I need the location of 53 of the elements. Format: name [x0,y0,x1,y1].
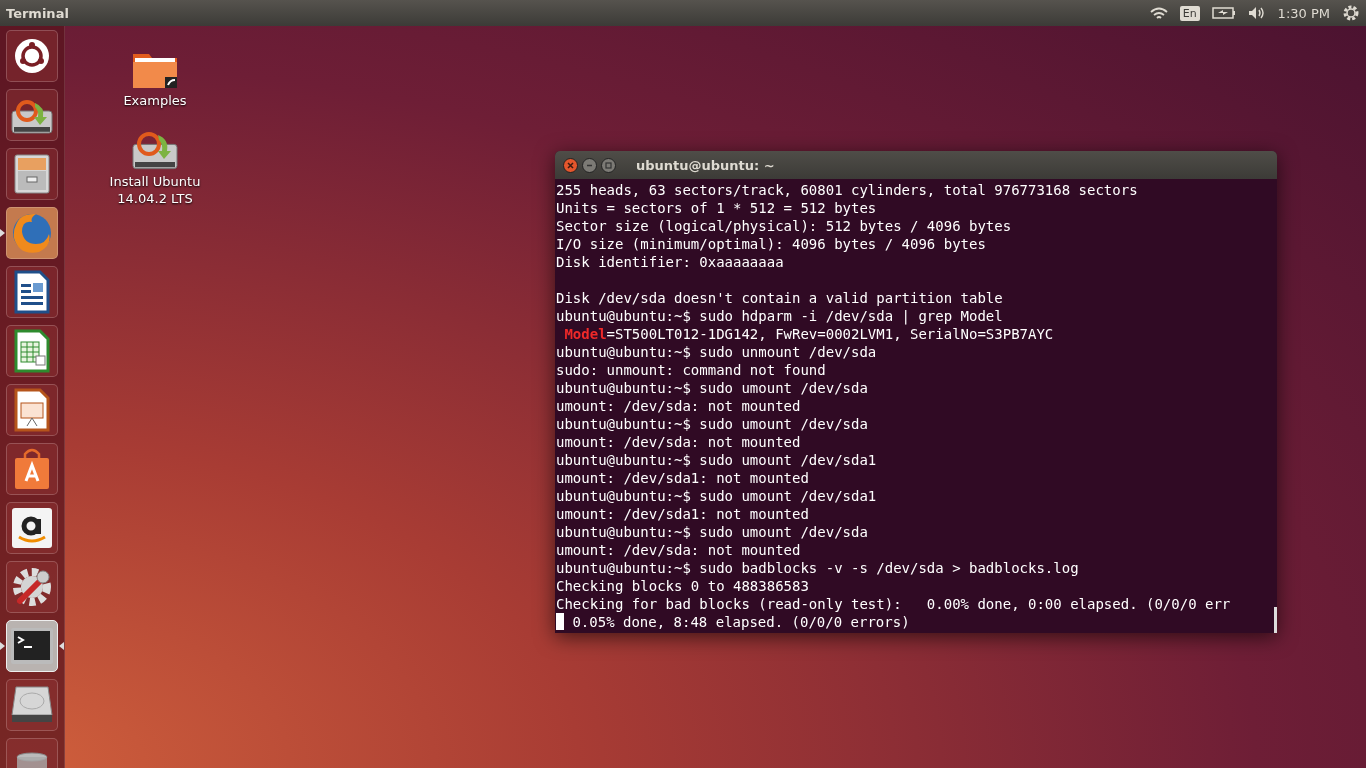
terminal-line: Model=ST500LT012-1DG142, FwRev=0002LVM1, SerialNo=S3PB7AYC [563,325,1055,343]
desktop-icon-label[interactable]: Install Ubuntu 14.04.2 LTS [109,173,201,207]
terminal-line: umount: /dev/sda: not mounted [556,541,802,559]
battery-icon[interactable] [1211,7,1236,19]
gear-wrench-icon [10,565,54,609]
window-title: ubuntu@ubuntu: ~ [636,157,775,173]
close-button[interactable] [563,157,578,173]
terminal-line: ubuntu@ubuntu:~$ sudo badblocks -v -s /dev/sda > badblocks.log [556,559,1080,577]
terminal-line: umount: /dev/sda1: not mounted [556,469,810,487]
launcher-item[interactable] [6,620,58,672]
volume-icon[interactable] [1247,6,1266,20]
terminal-icon [10,627,54,665]
terminal-line: umount: /dev/sda: not mounted [556,397,802,415]
app-title: Terminal [6,5,70,21]
terminal-line: Units = sectors of 1 * 512 = 512 bytes [556,199,878,217]
terminal-line: Checking blocks 0 to 488386583 [556,577,810,595]
terminal-line: ubuntu@ubuntu:~$ sudo umount /dev/sda1 [556,487,878,505]
terminal-line: ubuntu@ubuntu:~$ sudo umount /dev/sda [556,415,869,433]
wifi-icon[interactable] [1149,6,1168,20]
terminal-line: 255 heads, 63 sectors/track, 60801 cylinders, total 976773168 sectors [556,181,1139,199]
minimize-button[interactable] [582,157,597,173]
ubuntu-logo-icon [12,36,52,76]
terminal-line: ubuntu@ubuntu:~$ sudo unmount /dev/sda [556,343,878,361]
terminal-line: umount: /dev/sda1: not mounted [556,505,810,523]
shopping-bag-icon [12,447,52,491]
clock[interactable]: 1:30 PM [1277,5,1330,21]
globe-fox-icon [10,211,54,255]
maximize-button[interactable] [601,157,616,173]
amazon-icon [11,507,53,549]
terminal-line: Checking for bad blocks (read-only test): 0.00% done, 0:00 elapsed. (0/0/0 err [556,595,1232,613]
terminal-line: I/O size (minimum/optimal): 4096 bytes / 4096 bytes [556,235,987,253]
hard-drive-icon [10,685,54,725]
document-icon [13,270,51,314]
terminal-line: 0.05% done, 8:48 elapsed. (0/0/0 errors) [571,613,910,631]
terminal-line: sudo: unmount: command not found [556,361,827,379]
focus-indicator [59,642,64,650]
terminal-line: Sector size (logical/physical): 512 bytes / 4096 bytes [556,217,1013,235]
terminal-line: ubuntu@ubuntu:~$ sudo umount /dev/sda1 [556,451,878,469]
maximize-icon [605,161,612,169]
spreadsheet-icon [13,329,51,373]
terminal-line: umount: /dev/sda: not mounted [556,433,802,451]
terminal-line: ubuntu@ubuntu:~$ sudo hdparm -i /dev/sda | grep Model [556,307,1004,325]
keyboard-layout-indicator[interactable]: En [1179,5,1200,21]
text-cursor [556,613,564,630]
close-icon [567,161,574,169]
gear-icon[interactable] [1342,4,1360,22]
desktop-icon-label[interactable]: Examples [123,92,187,109]
terminal-line: ubuntu@ubuntu:~$ sudo umount /dev/sda [556,379,869,397]
terminal-line: Disk identifier: 0xaaaaaaaa [556,253,785,271]
presentation-icon [13,388,51,432]
file-cabinet-icon [12,153,52,195]
terminal-line: Disk /dev/sda doesn't contain a valid partition table [556,289,1004,307]
terminal-line: ubuntu@ubuntu:~$ sudo umount /dev/sda [556,523,869,541]
